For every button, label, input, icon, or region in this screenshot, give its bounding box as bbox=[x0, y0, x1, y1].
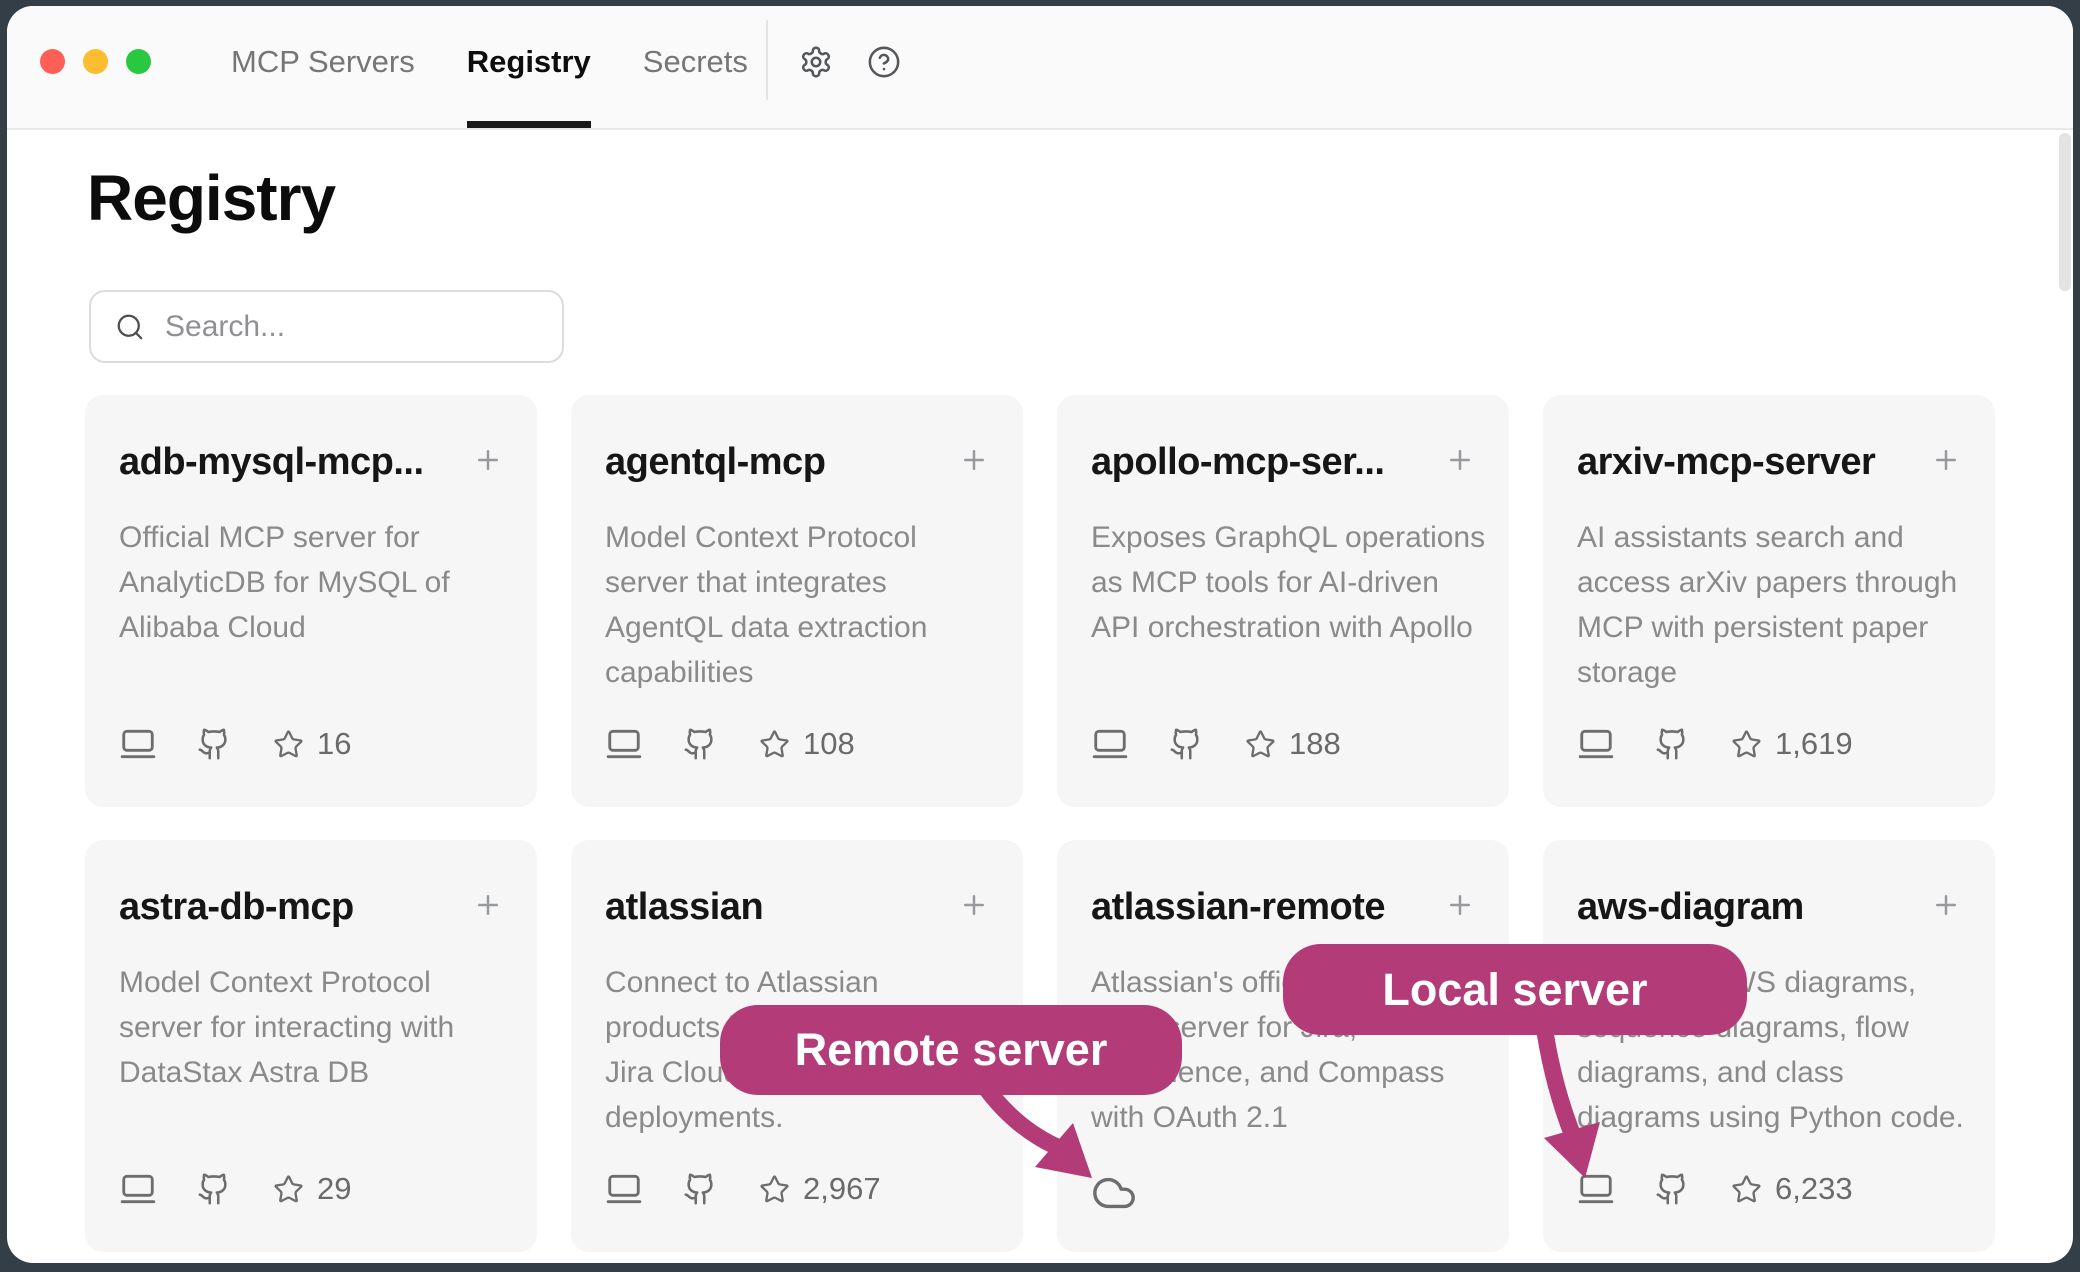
remote-server-callout: Remote server bbox=[720, 1005, 1182, 1095]
question-circle-icon bbox=[867, 45, 901, 79]
add-server-icon[interactable] bbox=[959, 890, 989, 920]
github-icon bbox=[1169, 727, 1203, 761]
add-server-icon[interactable] bbox=[1931, 445, 1961, 475]
laptop-icon bbox=[605, 725, 643, 763]
search-input[interactable] bbox=[163, 309, 544, 345]
server-card-aws-diagram[interactable]: aws-diagram Generate AWS diagrams,sequen… bbox=[1543, 840, 1995, 1252]
local-server-callout: Local server bbox=[1283, 944, 1747, 1035]
header-divider bbox=[766, 20, 768, 100]
laptop-icon bbox=[119, 1170, 157, 1208]
tab-mcp-servers[interactable]: MCP Servers bbox=[231, 6, 415, 128]
star-icon bbox=[1731, 729, 1762, 760]
add-server-icon[interactable] bbox=[473, 445, 503, 475]
add-server-icon[interactable] bbox=[1445, 890, 1475, 920]
help-button[interactable] bbox=[864, 42, 904, 82]
settings-button[interactable] bbox=[796, 42, 836, 82]
server-card-footer bbox=[1091, 1170, 1137, 1216]
server-name: adb-mysql-mcp... bbox=[119, 439, 424, 485]
github-icon bbox=[197, 727, 231, 761]
star-count: 1,619 bbox=[1775, 726, 1853, 762]
server-card-astra-db-mcp[interactable]: astra-db-mcp Model Context Protocolserve… bbox=[85, 840, 537, 1252]
github-icon bbox=[1655, 727, 1689, 761]
star-icon bbox=[273, 729, 304, 760]
laptop-icon bbox=[605, 1170, 643, 1208]
server-name: arxiv-mcp-server bbox=[1577, 439, 1875, 485]
tab-registry[interactable]: Registry bbox=[467, 6, 591, 128]
page-title: Registry bbox=[87, 160, 335, 236]
star-icon bbox=[273, 1174, 304, 1205]
add-server-icon[interactable] bbox=[959, 445, 989, 475]
server-card-agentql-mcp[interactable]: agentql-mcp Model Context Protocolserver… bbox=[571, 395, 1023, 807]
cloud-icon bbox=[1091, 1170, 1137, 1216]
star-count: 16 bbox=[317, 726, 351, 762]
server-description: Exposes GraphQL operationsas MCP tools f… bbox=[1091, 515, 1475, 650]
server-card-footer: 1,619 bbox=[1577, 725, 1853, 763]
server-name: astra-db-mcp bbox=[119, 884, 354, 930]
star-count: 2,967 bbox=[803, 1171, 881, 1207]
star-count: 108 bbox=[803, 726, 855, 762]
github-icon bbox=[197, 1172, 231, 1206]
server-card-footer: 6,233 bbox=[1577, 1170, 1853, 1208]
close-window-button[interactable] bbox=[40, 49, 65, 74]
add-server-icon[interactable] bbox=[473, 890, 503, 920]
traffic-lights bbox=[40, 49, 151, 74]
minimize-window-button[interactable] bbox=[83, 49, 108, 74]
server-card-footer: 188 bbox=[1091, 725, 1341, 763]
zoom-window-button[interactable] bbox=[126, 49, 151, 74]
titlebar: MCP Servers Registry Secrets bbox=[7, 6, 2073, 130]
star-count: 29 bbox=[317, 1171, 351, 1207]
add-server-icon[interactable] bbox=[1445, 445, 1475, 475]
server-card-footer: 2,967 bbox=[605, 1170, 881, 1208]
star-icon bbox=[759, 1174, 790, 1205]
github-icon bbox=[683, 727, 717, 761]
server-name: aws-diagram bbox=[1577, 884, 1804, 930]
add-server-icon[interactable] bbox=[1931, 890, 1961, 920]
github-icon bbox=[683, 1172, 717, 1206]
magnifier-icon bbox=[115, 312, 145, 342]
star-icon bbox=[759, 729, 790, 760]
github-icon bbox=[1655, 1172, 1689, 1206]
server-card-apollo-mcp-server[interactable]: apollo-mcp-ser... Exposes GraphQL operat… bbox=[1057, 395, 1509, 807]
server-name: atlassian-remote bbox=[1091, 884, 1385, 930]
search-box bbox=[89, 290, 564, 363]
server-card-footer: 29 bbox=[119, 1170, 351, 1208]
main-tabs: MCP Servers Registry Secrets bbox=[231, 6, 748, 128]
star-icon bbox=[1731, 1174, 1762, 1205]
server-description: AI assistants search andaccess arXiv pap… bbox=[1577, 515, 1961, 695]
server-card-adb-mysql-mcp[interactable]: adb-mysql-mcp... Official MCP server for… bbox=[85, 395, 537, 807]
server-description: Model Context Protocolserver for interac… bbox=[119, 960, 503, 1095]
app-window: MCP Servers Registry Secrets Registry ad… bbox=[7, 6, 2073, 1263]
star-icon bbox=[1245, 729, 1276, 760]
laptop-icon bbox=[1091, 725, 1129, 763]
server-name: apollo-mcp-ser... bbox=[1091, 439, 1384, 485]
star-count: 188 bbox=[1289, 726, 1341, 762]
server-description: Model Context Protocolserver that integr… bbox=[605, 515, 989, 695]
server-name: atlassian bbox=[605, 884, 763, 930]
laptop-icon bbox=[1577, 725, 1615, 763]
vertical-scrollbar-thumb[interactable] bbox=[2059, 133, 2071, 291]
server-card-footer: 16 bbox=[119, 725, 351, 763]
laptop-icon bbox=[119, 725, 157, 763]
server-name: agentql-mcp bbox=[605, 439, 825, 485]
gear-icon bbox=[799, 45, 833, 79]
laptop-icon bbox=[1577, 1170, 1615, 1208]
star-count: 6,233 bbox=[1775, 1171, 1853, 1207]
tab-secrets[interactable]: Secrets bbox=[643, 6, 748, 128]
server-description: Official MCP server forAnalyticDB for My… bbox=[119, 515, 503, 650]
server-card-footer: 108 bbox=[605, 725, 855, 763]
server-card-arxiv-mcp-server[interactable]: arxiv-mcp-server AI assistants search an… bbox=[1543, 395, 1995, 807]
